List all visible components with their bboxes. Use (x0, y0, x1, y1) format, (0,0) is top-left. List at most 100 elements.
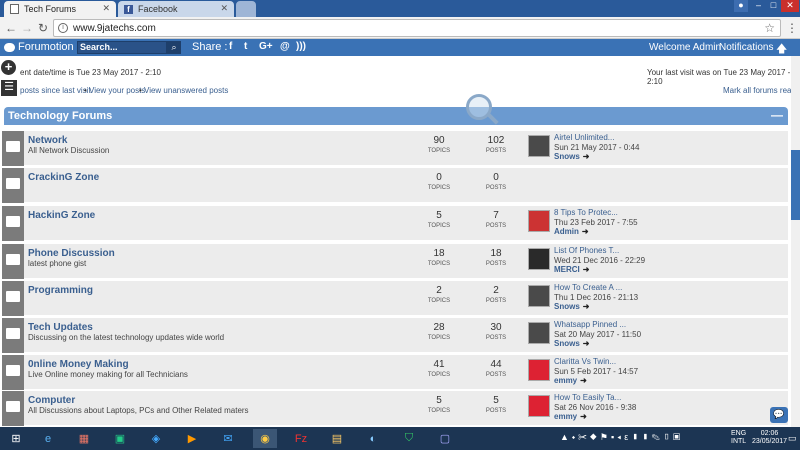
goto-last-post-icon[interactable]: ➜ (580, 412, 587, 421)
avatar[interactable] (528, 359, 550, 381)
last-post-username-link[interactable]: MERCI (554, 265, 580, 274)
avatar[interactable] (528, 135, 550, 157)
forum-name-link[interactable]: 0nline Money Making (28, 359, 129, 370)
goto-last-post-icon[interactable]: ➜ (583, 302, 590, 311)
view-unanswered-posts-link[interactable]: View unanswered posts (144, 86, 228, 95)
forum-name-link[interactable]: Tech Updates (28, 322, 93, 333)
posts-label: POSTS (485, 298, 507, 304)
collapse-icon[interactable]: — (771, 108, 783, 122)
media-player-icon[interactable]: ▶ (180, 429, 204, 448)
action-center-icon[interactable]: ▭ (788, 433, 797, 444)
add-icon[interactable]: + (1, 60, 16, 75)
last-post-title-link[interactable]: Claritta Vs Twin... (554, 357, 616, 366)
google-plus-share-icon[interactable]: G+ (259, 41, 273, 52)
goto-last-post-icon[interactable]: ➜ (583, 339, 590, 348)
system-tray-icons[interactable]: ▲⬩✂◆⚑▪◂ε▮▮✎▯▣ (560, 432, 683, 443)
mark-all-read-link[interactable]: Mark all forums read (723, 86, 796, 95)
close-window-button[interactable]: ✕ (781, 0, 799, 12)
taskbar-clock[interactable]: 02:06 23/05/2017 (752, 430, 787, 446)
last-post-username-link[interactable]: Snows (554, 302, 580, 311)
last-post-title-link[interactable]: List Of Phones T... (554, 246, 619, 255)
forum-name-link[interactable]: Phone Discussion (28, 248, 115, 259)
topics-count: 18 (433, 248, 445, 259)
scrollbar-thumb[interactable] (791, 150, 800, 220)
email-share-icon[interactable]: @ (280, 41, 290, 52)
tab-tech-forums[interactable]: Tech Forums ✕ (4, 1, 116, 17)
color-app-icon[interactable]: ▦ (72, 429, 96, 448)
avatar[interactable] (528, 210, 550, 232)
maximize-button[interactable]: □ (767, 0, 780, 12)
chat-icon[interactable]: 💬 (770, 407, 788, 423)
last-post-username-link[interactable]: Snows (554, 152, 580, 161)
dropbox-icon[interactable]: ◈ (144, 429, 168, 448)
goto-last-post-icon[interactable]: ➜ (583, 152, 590, 161)
goto-last-post-icon[interactable]: ➜ (582, 227, 589, 236)
avatar[interactable] (528, 322, 550, 344)
chrome-icon[interactable]: ◉ (253, 429, 277, 448)
reload-icon[interactable]: ↻ (36, 21, 50, 35)
search-input[interactable]: Search... (77, 41, 167, 54)
last-post-title-link[interactable]: Whatsapp Pinned ... (554, 320, 626, 329)
forum-description: latest phone gist (28, 259, 87, 268)
close-icon[interactable]: ✕ (220, 3, 228, 14)
page-scrollbar[interactable] (791, 56, 800, 427)
brand-label: Forumotion (18, 41, 74, 53)
last-post-title-link[interactable]: Airtel Unlimited... (554, 133, 614, 142)
forum-name-link[interactable]: HackinG Zone (28, 210, 95, 221)
forum-name-link[interactable]: Programming (28, 285, 93, 296)
posts-count: 2 (493, 285, 499, 296)
bookmark-star-icon[interactable]: ☆ (764, 21, 775, 35)
rss-icon[interactable]: ))) (296, 41, 306, 52)
forum-row: Programming 2 TOPICS 2 POSTS How To Create A … (2, 281, 788, 316)
address-bar[interactable]: i www.9jatechs.com ☆ (53, 19, 781, 37)
close-icon[interactable]: ✕ (102, 3, 110, 14)
info-icon[interactable]: i (58, 23, 68, 33)
shield-app-icon[interactable]: ⛉ (397, 429, 421, 448)
language-indicator[interactable]: ENG INTL (731, 430, 746, 446)
file-explorer-icon[interactable]: ▤ (325, 429, 349, 448)
last-post-username-link[interactable]: emmy (554, 376, 577, 385)
new-tab-button[interactable] (236, 1, 256, 17)
mail-icon[interactable]: ✉ (216, 429, 240, 448)
last-post-username-link[interactable]: Admin (554, 227, 579, 236)
avatar[interactable] (528, 285, 550, 307)
tab-facebook[interactable]: f Facebook ✕ (118, 1, 234, 17)
remote-app-icon[interactable]: ▢ (433, 429, 457, 448)
last-post-username-link[interactable]: emmy (554, 412, 577, 421)
user-icon[interactable]: ● (734, 0, 748, 12)
browser-menu-icon[interactable]: ⋮ (786, 21, 798, 35)
network-app-icon[interactable]: ◐ (361, 429, 385, 448)
posts-since-last-visit-link[interactable]: posts since last visit (20, 86, 91, 95)
twitter-share-icon[interactable]: t (244, 41, 247, 52)
back-icon[interactable]: ← (4, 21, 18, 35)
excel-icon[interactable]: ▣ (108, 429, 132, 448)
forum-name-link[interactable]: CrackinG Zone (28, 172, 99, 183)
welcome-user-link[interactable]: Welcome Admin (649, 42, 721, 53)
topics-count: 5 (436, 210, 442, 221)
forum-name-link[interactable]: Computer (28, 395, 75, 406)
minimize-button[interactable]: – (752, 0, 765, 12)
view-your-posts-link[interactable]: View your posts (89, 86, 145, 95)
last-post-title-link[interactable]: How To Easily Ta... (554, 393, 621, 402)
chat-bubble-icon (4, 42, 15, 52)
filezilla-icon[interactable]: Fz (289, 429, 313, 448)
folder-icon (2, 318, 24, 353)
search-icon[interactable]: ⌕ (167, 41, 181, 54)
windows-start-icon[interactable]: ⊞ (4, 429, 28, 448)
notifications-link[interactable]: Notifications (719, 42, 773, 53)
internet-explorer-icon[interactable]: e (36, 429, 60, 448)
goto-last-post-icon[interactable]: ➜ (580, 376, 587, 385)
hamburger-menu-icon[interactable]: ☰ (1, 80, 17, 96)
goto-last-post-icon[interactable]: ➜ (583, 265, 590, 274)
forward-icon[interactable]: → (20, 21, 34, 35)
forum-brand[interactable]: Forumotion (4, 41, 74, 53)
forum-name-link[interactable]: Network (28, 135, 67, 146)
scroll-top-icon[interactable]: 🡅 (776, 40, 787, 59)
category-title[interactable]: Technology Forums (8, 110, 112, 122)
last-post-title-link[interactable]: 8 Tips To Protec... (554, 208, 618, 217)
avatar[interactable] (528, 395, 550, 417)
last-post-title-link[interactable]: How To Create A ... (554, 283, 622, 292)
facebook-share-icon[interactable]: f (229, 41, 232, 52)
avatar[interactable] (528, 248, 550, 270)
last-post-username-link[interactable]: Snows (554, 339, 580, 348)
